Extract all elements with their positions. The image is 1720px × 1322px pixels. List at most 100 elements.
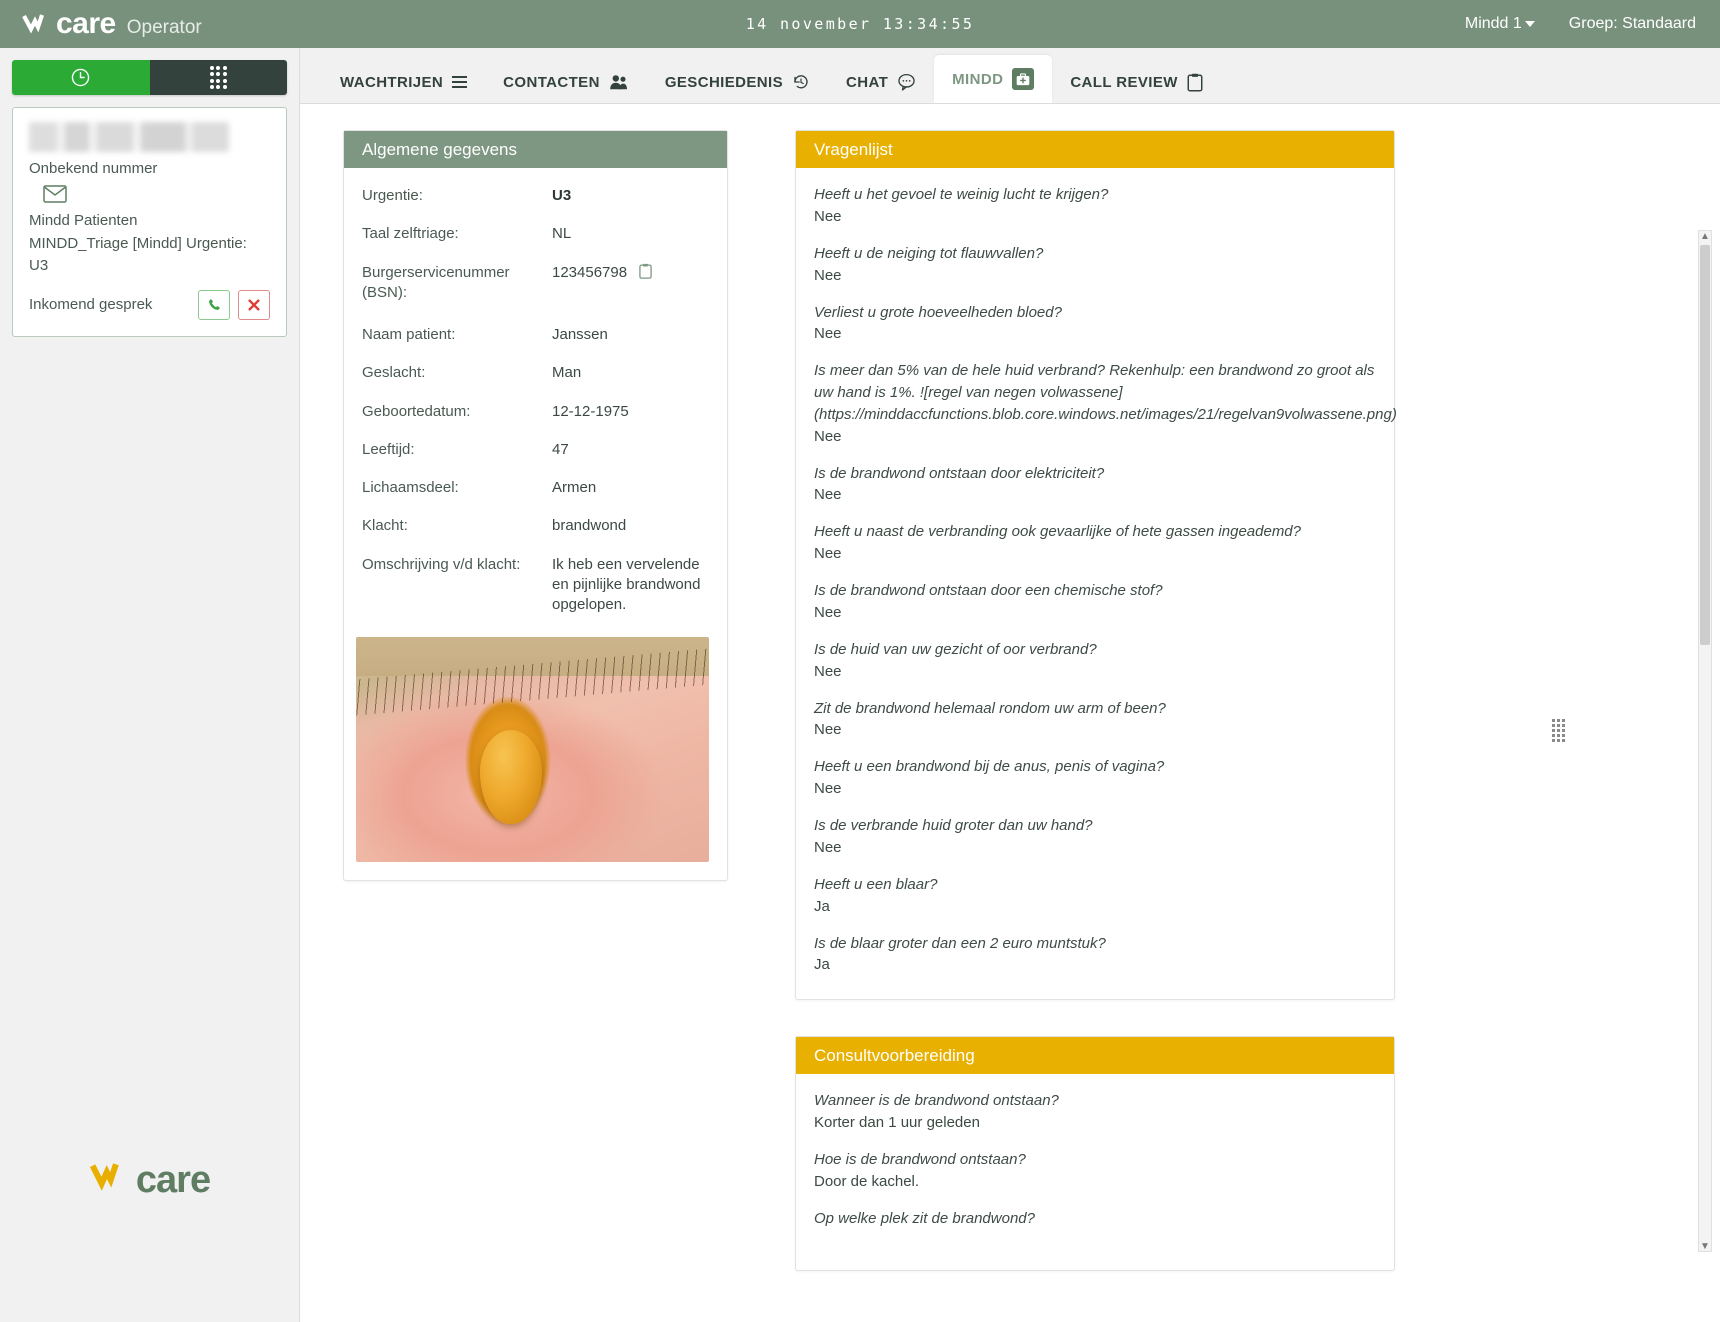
users-icon xyxy=(609,74,629,90)
copy-icon[interactable] xyxy=(639,263,652,285)
field-value: NL xyxy=(552,225,572,243)
top-header-bar: care Operator 14 november 13:34:55 Mindd… xyxy=(0,0,1720,48)
qa-question: Heeft u naast de verbranding ook gevaarl… xyxy=(814,523,1301,541)
field-label: Leeftijd: xyxy=(362,440,415,458)
main-content: Algemene gegevens Urgentie: U3 Taal zelf… xyxy=(300,104,1720,1322)
consult-prep-panel-title: Consultvoorbereiding xyxy=(796,1037,1394,1075)
qa-item: Op welke plek zit de brandwond? xyxy=(814,1208,1376,1230)
qa-answer: Nee xyxy=(814,603,842,621)
field-klacht: Klacht: brandwond xyxy=(344,516,727,536)
qa-question: Heeft u een brandwond bij de anus, penis… xyxy=(814,758,1165,776)
tab-chat[interactable]: CHAT xyxy=(828,61,934,103)
qa-item: Heeft u het gevoel te weinig lucht te kr… xyxy=(814,184,1376,225)
qa-item: Is de verbrande huid groter dan uw hand?… xyxy=(814,815,1376,856)
qa-question: Is meer dan 5% van de hele huid verbrand… xyxy=(814,362,1397,423)
questionnaire-panel: Vragenlijst Heeft u het gevoel te weinig… xyxy=(795,130,1397,1001)
tab-label: MINDD xyxy=(952,70,1004,88)
field-label: Lichaamsdeel: xyxy=(362,479,459,496)
qa-question: Hoe is de brandwond ontstaan? xyxy=(814,1151,1026,1168)
tab-wachtrijen[interactable]: WACHTRIJEN xyxy=(322,61,485,103)
user-menu-label: Mindd 1 xyxy=(1464,15,1522,32)
scroll-down-arrow[interactable]: ▼ xyxy=(1699,1239,1711,1253)
caller-name-redacted xyxy=(29,122,229,152)
qa-question: Heeft u de neiging tot flauwvallen? xyxy=(814,244,1044,262)
sidebar-mode-toggle xyxy=(12,60,287,95)
qa-answer: Nee xyxy=(814,545,842,562)
group-label: Groep: Standaard xyxy=(1568,15,1696,32)
qa-answer: Nee xyxy=(814,780,842,797)
general-info-fields: Urgentie: U3 Taal zelftriage: NL Burgers… xyxy=(344,168,727,631)
qa-answer: Door de kachel. xyxy=(814,1172,920,1190)
field-bsn: Burgerservicenummer (BSN): 123456798 xyxy=(344,263,727,304)
envelope-icon[interactable] xyxy=(43,185,270,208)
wound-photo[interactable] xyxy=(356,637,709,863)
toggle-dialpad[interactable] xyxy=(149,60,287,95)
field-label: Taal zelftriage: xyxy=(362,225,459,243)
main-tab-bar: WACHTRIJEN CONTACTEN GESCHIEDENIS CHAT M… xyxy=(300,48,1720,104)
field-value: Ik heb een vervelende en pijnlijke brand… xyxy=(552,555,701,614)
qa-question: Is de blaar groter dan een 2 euro muntst… xyxy=(814,934,1106,952)
scroll-up-arrow[interactable]: ▲ xyxy=(1699,229,1711,243)
field-label: Omschrijving v/d klacht: xyxy=(362,555,521,573)
vcare-chevron-icon xyxy=(89,1163,119,1191)
qa-question: Verliest u grote hoeveelheden bloed? xyxy=(814,303,1062,321)
field-leeftijd: Leeftijd: 47 xyxy=(344,440,727,460)
qa-answer: Ja xyxy=(814,897,830,915)
content-scrollbar[interactable]: ▲ ▼ xyxy=(1698,230,1712,1252)
scrollbar-thumb[interactable] xyxy=(1700,245,1710,645)
field-value: 12-12-1975 xyxy=(552,402,629,420)
qa-question: Is de brandwond ontstaan door elektricit… xyxy=(814,464,1105,482)
qa-answer: Nee xyxy=(814,721,842,739)
caller-number-label: Onbekend nummer xyxy=(29,160,158,177)
qa-item: Heeft u een blaar? Ja xyxy=(814,874,1376,915)
chevron-down-icon xyxy=(1524,20,1535,27)
clipboard-icon xyxy=(1187,73,1203,92)
field-value: 47 xyxy=(552,440,569,458)
field-value: U3 xyxy=(552,187,572,204)
qa-answer: Nee xyxy=(814,486,842,504)
user-menu[interactable]: Mindd 1 xyxy=(1465,15,1535,33)
toggle-recent-calls[interactable] xyxy=(12,60,150,95)
grip-icon[interactable] xyxy=(1552,719,1565,742)
medkit-icon xyxy=(1012,68,1035,90)
field-label: Geboortedatum: xyxy=(362,402,471,420)
qa-answer: Nee xyxy=(814,427,842,445)
phone-icon xyxy=(208,299,220,310)
tab-label: GESCHIEDENIS xyxy=(664,73,783,91)
tab-mindd[interactable]: MINDD xyxy=(934,55,1053,103)
sidebar-footer-logo: care xyxy=(0,1159,300,1202)
field-value: Janssen xyxy=(552,326,608,343)
field-value-wrap: 123456798 xyxy=(552,263,709,304)
general-info-panel: Algemene gegevens Urgentie: U3 Taal zelf… xyxy=(343,130,728,882)
field-label: Urgentie: xyxy=(362,187,423,204)
tab-geschiedenis[interactable]: GESCHIEDENIS xyxy=(647,61,828,103)
field-label: Klacht: xyxy=(362,517,408,535)
tab-contacten[interactable]: CONTACTEN xyxy=(485,61,647,103)
qa-item: Is de brandwond ontstaan door een chemis… xyxy=(814,580,1376,621)
accept-call-button[interactable] xyxy=(198,289,230,320)
field-geslacht: Geslacht: Man xyxy=(344,363,727,383)
clock-icon xyxy=(72,68,90,87)
triage-label: MINDD_Triage [Mindd] Urgentie: U3 xyxy=(29,234,247,275)
field-label: Naam patient: xyxy=(362,326,456,343)
hamburger-icon xyxy=(452,76,468,88)
reject-call-button[interactable] xyxy=(238,289,270,320)
qa-answer: Nee xyxy=(814,662,842,680)
queue-name-label: Mindd Patienten xyxy=(29,212,138,229)
field-value: brandwond xyxy=(552,517,627,535)
qa-item: Heeft u de neiging tot flauwvallen? Nee xyxy=(814,243,1376,284)
tab-label: CALL REVIEW xyxy=(1070,73,1178,91)
tab-label: CHAT xyxy=(846,73,889,91)
qa-item: Verliest u grote hoeveelheden bloed? Nee xyxy=(814,302,1376,343)
tab-call-review[interactable]: CALL REVIEW xyxy=(1052,61,1220,103)
incoming-call-card: Onbekend nummer Mindd Patienten MINDD_Tr… xyxy=(12,107,287,337)
qa-question: Zit de brandwond helemaal rondom uw arm … xyxy=(814,699,1166,717)
clock-label: 14 november 13:34:55 xyxy=(745,15,975,33)
qa-question: Is de verbrande huid groter dan uw hand? xyxy=(814,817,1093,834)
history-icon xyxy=(792,73,810,91)
field-value: 123456798 xyxy=(552,263,628,281)
qa-item: Is meer dan 5% van de hele huid verbrand… xyxy=(814,360,1397,445)
tab-label: CONTACTEN xyxy=(503,73,600,91)
qa-question: Is de huid van uw gezicht of oor verbran… xyxy=(814,640,1097,658)
field-naam-patient: Naam patient: Janssen xyxy=(344,325,727,345)
